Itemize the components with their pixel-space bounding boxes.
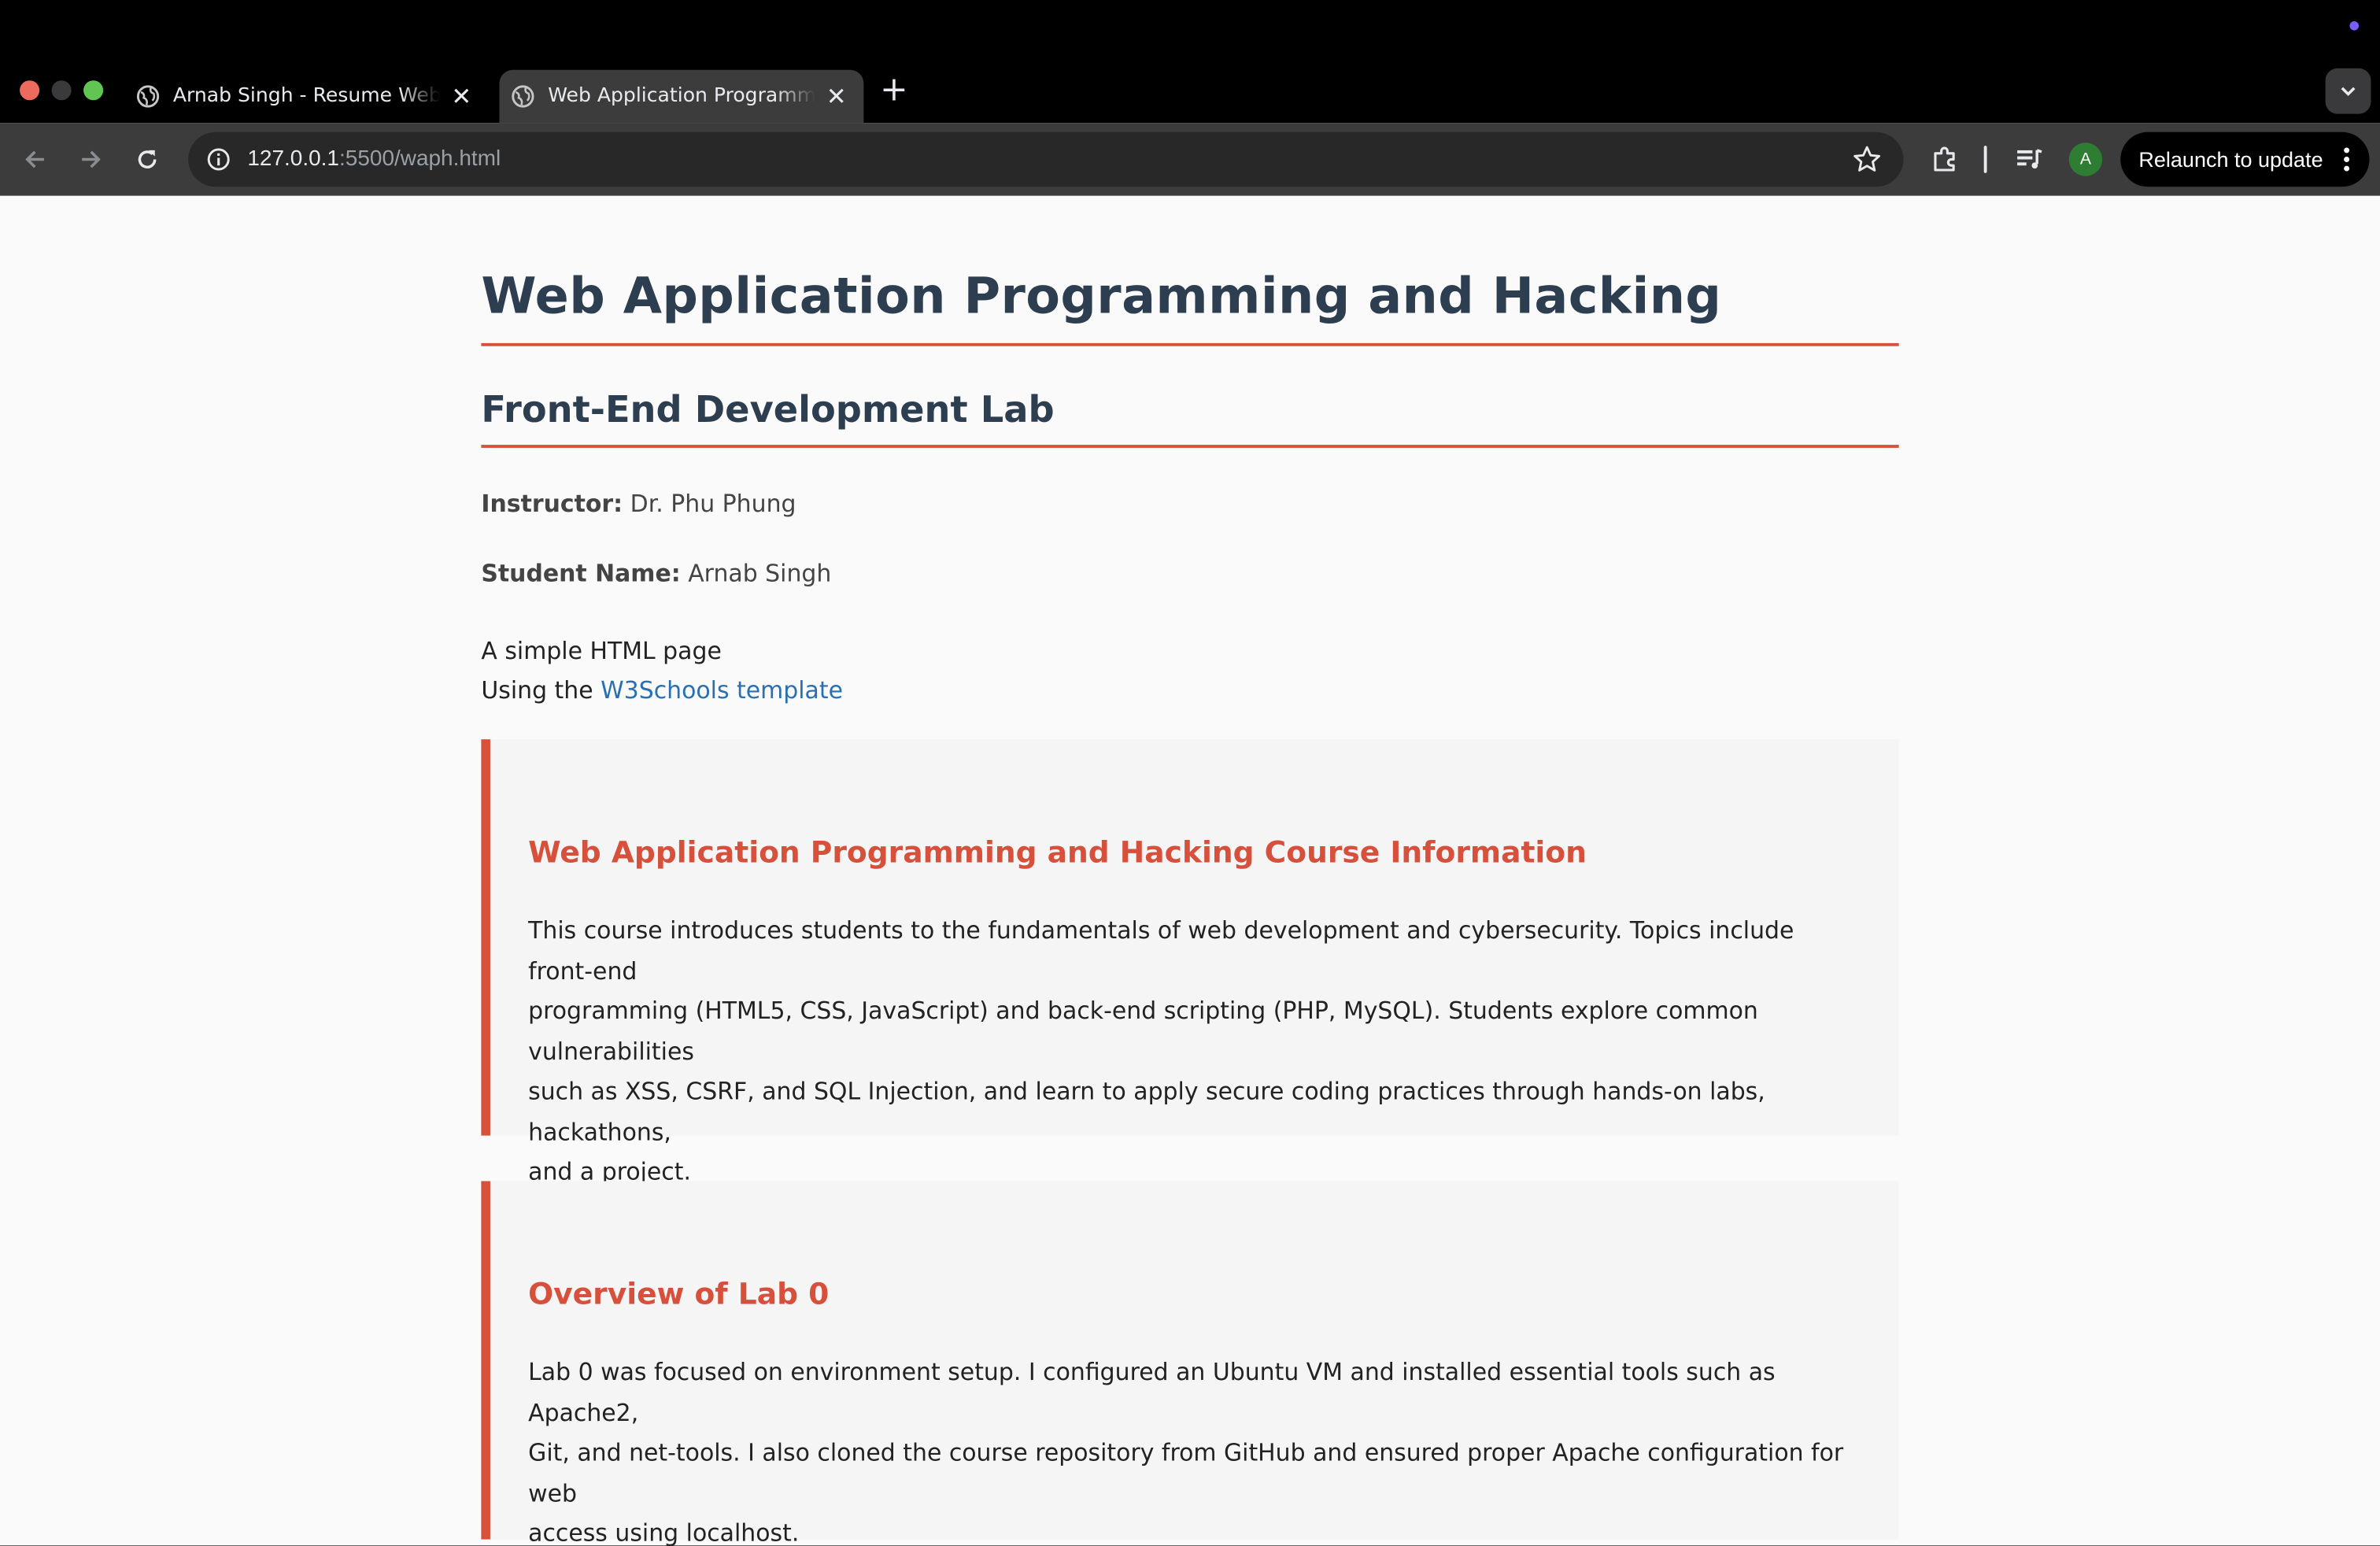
reload-button[interactable] [129,141,165,177]
more-vert-icon [2344,147,2350,172]
section-line: This course introduces students to the f… [528,916,1794,985]
section-line: Git, and net-tools. I also cloned the co… [528,1439,1844,1507]
window-close-button[interactable] [20,80,40,101]
section-heading: Overview of Lab 0 [528,1276,830,1312]
tab-strip: Arnab Singh - Resume Website ✕ Web Appli… [0,0,2380,124]
tab-resume[interactable]: Arnab Singh - Resume Website ✕ [124,70,489,124]
intro-line-with-link: Using the W3Schools template [481,671,843,710]
globe-icon [136,85,160,108]
site-info-icon[interactable] [205,146,232,173]
course-info-section: Web Application Programming and Hacking … [481,739,1899,1185]
instructor-line: Instructor: Dr. Phu Phung [481,490,796,518]
bookmark-star-icon[interactable] [1852,144,1883,175]
new-tab-button[interactable]: + [878,71,911,109]
student-line: Student Name: Arnab Singh [481,560,831,588]
reload-icon [138,150,157,169]
arrow-left-icon [25,150,44,168]
queue-music-icon [2017,149,2042,169]
toolbar-divider [1983,146,1987,173]
intro-prefix: Using the [481,677,593,705]
chevron-down-icon [2341,87,2356,97]
tab-title: Web Application Programming and Hacking [548,85,815,108]
section-body: Lab 0 was focused on environment setup. … [528,1352,1864,1545]
page-title: Web Application Programming and Hacking [481,266,1899,346]
intro-text: A simple HTML page Using the W3Schools t… [481,631,843,710]
student-name: Arnab Singh [688,560,832,588]
address-bar[interactable]: 127.0.0.1:5500/waph.html [188,131,1904,187]
instructor-name: Dr. Phu Phung [630,490,796,518]
tab-search-button[interactable] [2325,68,2371,114]
profile-avatar[interactable]: A [2068,142,2103,176]
puzzle-icon [1934,146,1955,172]
lab0-overview-section: Overview of Lab 0 Lab 0 was focused on e… [481,1181,1899,1545]
back-button[interactable] [17,141,53,177]
extensions-button[interactable] [1926,141,1962,177]
tab-waph[interactable]: Web Application Programming and Hacking … [499,69,864,124]
instructor-label: Instructor: [481,490,623,518]
window-minimize-button[interactable] [51,80,72,101]
forward-button[interactable] [73,141,109,177]
section-body: This course introduces students to the f… [528,911,1864,1193]
section-line: such as XSS, CSRF, and SQL Injection, an… [528,1078,1765,1146]
close-icon[interactable]: ✕ [449,82,474,111]
url-text: 127.0.0.1:5500/waph.html [247,147,501,172]
section-line: Lab 0 was focused on environment setup. … [528,1359,1776,1426]
globe-icon [512,85,534,108]
browser-toolbar: 127.0.0.1:5500/waph.html A Relaunch to u [0,123,2380,196]
close-icon[interactable]: ✕ [824,82,848,111]
tab-title: Arnab Singh - Resume Website [172,85,441,108]
status-dot [2349,21,2360,31]
window-zoom-button[interactable] [83,80,104,101]
page-subtitle: Front-End Development Lab [481,389,1899,448]
section-line: access using localhost. [528,1519,800,1546]
intro-line: A simple HTML page [481,638,722,665]
media-controls-button[interactable] [2011,141,2047,177]
w3schools-link[interactable]: W3Schools template [601,677,843,705]
student-label: Student Name: [481,560,681,588]
arrow-right-icon [82,150,101,168]
relaunch-label: Relaunch to update [2138,147,2323,172]
page-viewport: Web Application Programming and Hacking … [0,195,2380,1545]
section-line: programming (HTML5, CSS, JavaScript) and… [528,997,1758,1065]
relaunch-button[interactable]: Relaunch to update [2120,131,2370,187]
section-heading: Web Application Programming and Hacking … [528,834,1587,871]
